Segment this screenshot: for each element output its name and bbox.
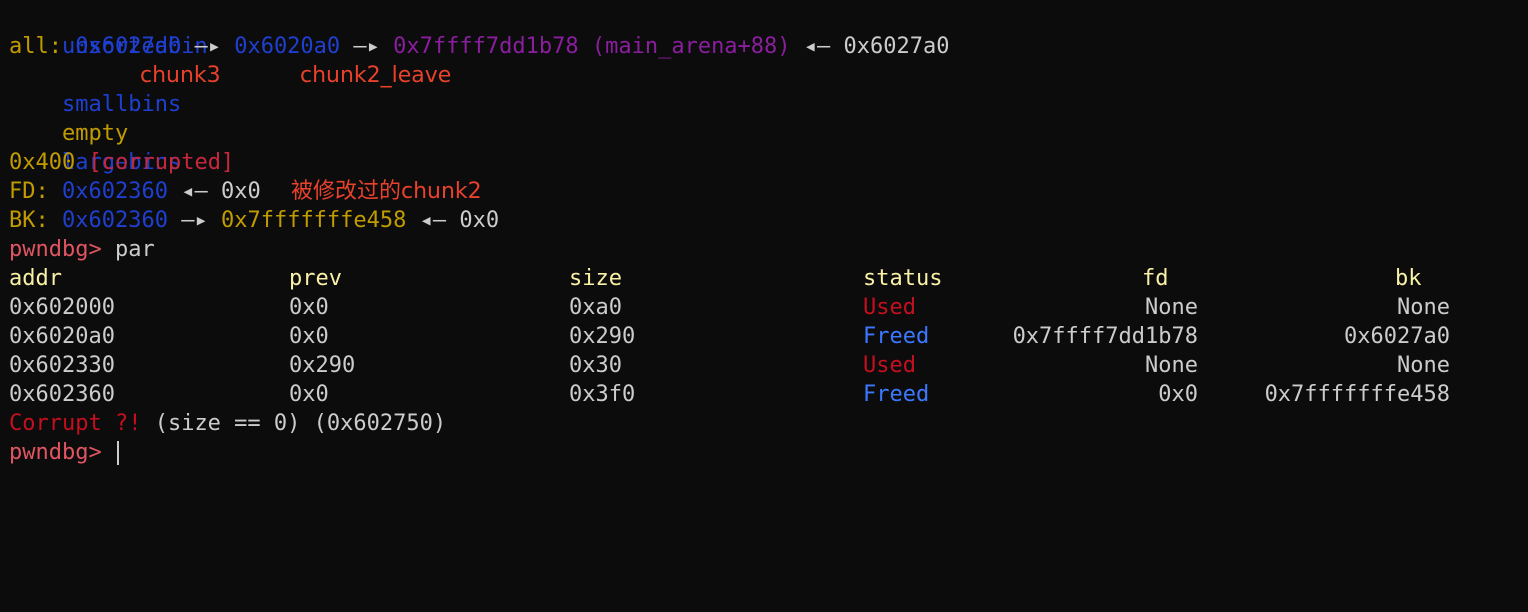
row-status: Used	[863, 353, 916, 378]
row-fd: 0x0	[1158, 382, 1198, 407]
all-addr-2: 0x6020a0	[234, 34, 341, 59]
row-fd: 0x7ffff7dd1b78	[1012, 324, 1198, 349]
annotation-chunk2-leave: chunk2_leave	[300, 63, 452, 88]
arrow-icon: —▸	[181, 208, 208, 233]
row-prev: 0x0	[289, 382, 329, 407]
prompt: pwndbg>	[9, 440, 102, 465]
back-arrow-icon: ◂—	[181, 179, 208, 204]
bk-value: 0x0	[459, 208, 500, 233]
header-size: size	[569, 266, 622, 291]
all-addr-3-symbol: (main_arena+88)	[591, 34, 791, 59]
bk-addr: 0x602360	[62, 208, 168, 233]
fd-line: FD: 0x602360 ◂— 0x0 被修改过的chunk2	[9, 177, 1519, 206]
corrupt-detail: (size == 0) (0x602750)	[154, 411, 447, 436]
arrow-icon: —▸	[194, 34, 221, 59]
terminal-output: unsortedbin all: 0x6027a0 —▸ 0x6020a0 —▸…	[9, 3, 1519, 467]
smallbins-empty-line: empty	[9, 90, 1519, 146]
row-prev: 0x290	[289, 353, 356, 378]
row-addr: 0x602330	[9, 353, 115, 378]
bk-label: BK:	[9, 208, 49, 233]
fd-label: FD:	[9, 179, 49, 204]
row-bk: None	[1397, 295, 1450, 320]
unsortedbin-line: unsortedbin	[9, 3, 1519, 59]
row-status: Freed	[863, 324, 930, 349]
annotation-chunk3: chunk3	[140, 63, 221, 88]
fd-value: 0x0	[220, 179, 261, 204]
text-cursor[interactable]	[116, 441, 119, 465]
largebin-size-line: 0x400 [corrupted]	[9, 148, 1519, 177]
row-addr: 0x602360	[9, 382, 115, 407]
annotation-modified-chunk2: 被修改过的chunk2	[291, 179, 482, 204]
back-arrow-icon: ◂—	[803, 34, 831, 59]
row-bk: 0x7fffffffe458	[1264, 382, 1450, 407]
all-addr-1: 0x6027a0	[75, 34, 182, 59]
all-label: all:	[9, 34, 62, 59]
arrow-icon: —▸	[353, 34, 380, 59]
corrupt-line: Corrupt ?! (size == 0) (0x602750)	[9, 409, 1519, 438]
table-row: 0x6020a0 0x0 0x290 Freed 0x7ffff7dd1b78 …	[9, 322, 1519, 351]
header-addr: addr	[9, 266, 62, 291]
all-addr-4: 0x6027a0	[843, 34, 950, 59]
header-prev: prev	[289, 266, 342, 291]
row-addr: 0x602000	[9, 295, 115, 320]
header-status: status	[863, 266, 943, 291]
table-row: 0x602000 0x0 0xa0 Used None None	[9, 293, 1519, 322]
command-text: par	[114, 237, 155, 262]
row-bk: 0x6027a0	[1344, 324, 1450, 349]
table-row: 0x602360 0x0 0x3f0 Freed 0x0 0x7fffffffe…	[9, 380, 1519, 409]
row-bk: None	[1397, 353, 1450, 378]
command-line: pwndbg> par	[9, 235, 1519, 264]
table-row: 0x602330 0x290 0x30 Used None None	[9, 351, 1519, 380]
header-bk: bk	[1395, 266, 1422, 291]
row-status: Freed	[863, 382, 930, 407]
bk-addr-2: 0x7fffffffe458	[220, 208, 407, 233]
row-status: Used	[863, 295, 916, 320]
corrupted-flag: [corrupted]	[88, 150, 235, 175]
bk-line: BK: 0x602360 —▸ 0x7fffffffe458 ◂— 0x0	[9, 206, 1519, 235]
unsortedbin-all-line: all: 0x6027a0 —▸ 0x6020a0 —▸ 0x7ffff7dd1…	[9, 32, 1519, 61]
fd-addr: 0x602360	[62, 179, 168, 204]
corrupt-label: Corrupt ?!	[9, 411, 142, 436]
row-size: 0x30	[569, 353, 622, 378]
row-fd: None	[1145, 353, 1198, 378]
back-arrow-icon: ◂—	[419, 208, 447, 233]
row-size: 0x3f0	[569, 382, 636, 407]
input-line[interactable]: pwndbg>	[9, 438, 1519, 467]
table-header: addr prev size status fd bk	[9, 264, 1519, 293]
all-addr-3: 0x7ffff7dd1b78	[393, 34, 579, 59]
prompt: pwndbg>	[9, 237, 102, 262]
row-prev: 0x0	[289, 295, 329, 320]
row-size: 0xa0	[569, 295, 622, 320]
row-size: 0x290	[569, 324, 636, 349]
largebins-line: largebins	[9, 119, 1519, 175]
smallbins-line: smallbins chunk3 chunk2_leave	[9, 61, 1519, 117]
largebin-size: 0x400	[9, 150, 76, 175]
row-fd: None	[1145, 295, 1198, 320]
header-fd: fd	[1142, 266, 1169, 291]
row-prev: 0x0	[289, 324, 329, 349]
row-addr: 0x6020a0	[9, 324, 115, 349]
